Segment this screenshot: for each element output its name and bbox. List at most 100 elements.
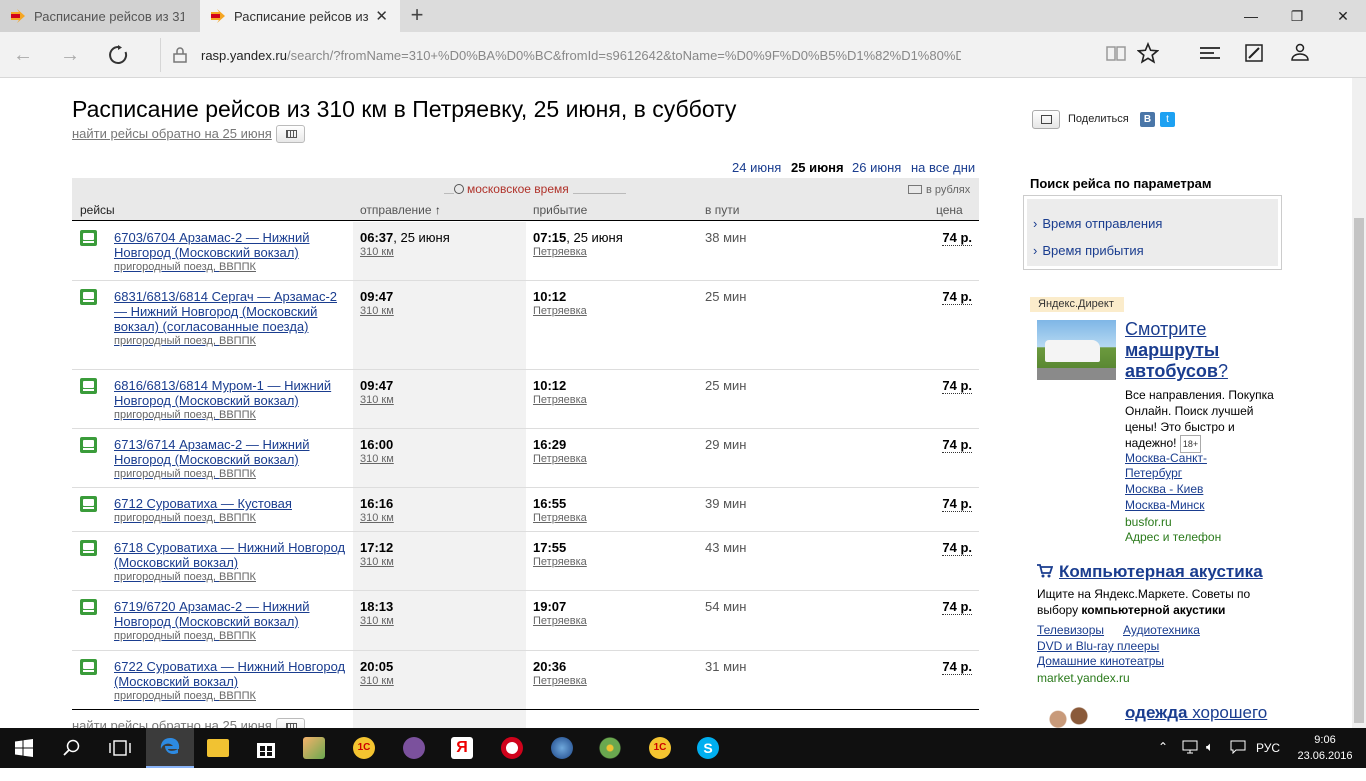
route-link[interactable]: 6712 Суроватиха — Кустовая bbox=[114, 496, 292, 511]
share-icon[interactable] bbox=[1288, 42, 1314, 68]
route-link[interactable]: 6713/6714 Арзамас-2 — Нижний Новгород (М… bbox=[114, 437, 310, 467]
route-link[interactable]: 6722 Суроватиха — Нижний Новгород (Моско… bbox=[114, 659, 345, 689]
carrier-link[interactable]: ВВППК bbox=[219, 690, 256, 702]
maximize-icon[interactable]: ❐ bbox=[1274, 0, 1320, 32]
departure-station-link[interactable]: 310 км bbox=[360, 675, 394, 687]
twitter-share-icon[interactable]: t bbox=[1160, 112, 1175, 127]
tab-1[interactable]: Расписание рейсов из 310 bbox=[0, 0, 200, 32]
currency-selector[interactable]: в рублях bbox=[908, 184, 970, 196]
carrier-link[interactable]: ВВППК bbox=[219, 468, 256, 480]
back-arrow-icon[interactable]: ← bbox=[8, 40, 38, 70]
filter-arrival-time[interactable]: Время прибытия bbox=[1033, 243, 1143, 258]
route-link[interactable]: 6718 Суроватиха — Нижний Новгород (Моско… bbox=[114, 540, 345, 570]
reading-view-icon[interactable] bbox=[1105, 42, 1131, 68]
bus-ad-title[interactable]: Смотрите маршруты автобусов? bbox=[1125, 319, 1275, 382]
store-icon[interactable] bbox=[242, 728, 290, 768]
page-scrollbar[interactable] bbox=[1352, 78, 1366, 728]
tray-chevron-icon[interactable]: ⌃ bbox=[1158, 740, 1168, 780]
departure-station-link[interactable]: 310 км bbox=[360, 453, 394, 465]
col-arrival[interactable]: прибытие bbox=[533, 203, 587, 217]
forward-arrow-icon[interactable]: → bbox=[55, 40, 85, 70]
route-link[interactable]: 6719/6720 Арзамас-2 — Нижний Новгород (М… bbox=[114, 599, 310, 629]
web-note-icon[interactable] bbox=[1243, 42, 1269, 68]
arrival-station-link[interactable]: Петряевка bbox=[533, 615, 587, 627]
departure-station-link[interactable]: 310 км bbox=[360, 512, 394, 524]
url-field[interactable]: rasp.yandex.ru/search/?fromName=310+%D0%… bbox=[160, 38, 1135, 72]
bus-ad-link-kiev[interactable]: Москва - Киев bbox=[1125, 482, 1203, 496]
market-ad-title[interactable]: Компьютерная акустика bbox=[1059, 562, 1263, 582]
hub-menu-icon[interactable] bbox=[1198, 42, 1224, 68]
departure-station-link[interactable]: 310 км bbox=[360, 394, 394, 406]
market-link-audio[interactable]: Аудиотехника bbox=[1123, 623, 1200, 637]
price[interactable]: 74 р. bbox=[942, 230, 972, 246]
bus-ad-contact[interactable]: Адрес и телефон bbox=[1125, 530, 1221, 544]
price[interactable]: 74 р. bbox=[942, 496, 972, 512]
carrier-link[interactable]: ВВППК bbox=[219, 512, 256, 524]
1c-icon-2[interactable]: 1С bbox=[636, 728, 684, 768]
return-trip-link[interactable]: найти рейсы обратно на 25 июня bbox=[72, 126, 272, 141]
1c-icon[interactable]: 1С bbox=[340, 728, 388, 768]
arrival-station-link[interactable]: Петряевка bbox=[533, 512, 587, 524]
file-explorer-icon[interactable] bbox=[194, 728, 242, 768]
departure-station-link[interactable]: 310 км bbox=[360, 305, 394, 317]
route-link[interactable]: 6831/6813/6814 Сергач — Арзамас-2 — Нижн… bbox=[114, 289, 337, 334]
scrollbar-thumb[interactable] bbox=[1354, 218, 1364, 723]
opera-icon[interactable] bbox=[488, 728, 536, 768]
price[interactable]: 74 р. bbox=[942, 659, 972, 675]
volume-icon[interactable]: 🔈︎ bbox=[1206, 739, 1214, 779]
departure-station-link[interactable]: 310 км bbox=[360, 556, 394, 568]
route-link[interactable]: 6816/6813/6814 Муром-1 — Нижний Новгород… bbox=[114, 378, 331, 408]
search-icon[interactable] bbox=[48, 728, 96, 768]
tab-2[interactable]: Расписание рейсов из ✕ bbox=[200, 0, 400, 32]
skype-icon[interactable]: S bbox=[684, 728, 732, 768]
close-window-icon[interactable]: ✕ bbox=[1320, 0, 1366, 32]
market-link-dvd[interactable]: DVD и Blu-ray плееры bbox=[1037, 639, 1159, 653]
arrival-station-link[interactable]: Петряевка bbox=[533, 556, 587, 568]
price[interactable]: 74 р. bbox=[942, 540, 972, 556]
bus-ad-link-spb[interactable]: Москва-Санкт-Петербург bbox=[1125, 451, 1245, 481]
prev-day-link[interactable]: 24 июня bbox=[732, 160, 781, 175]
print-button[interactable] bbox=[1032, 110, 1060, 129]
clock[interactable]: 9:06 23.06.2016 bbox=[1290, 732, 1360, 764]
price[interactable]: 74 р. bbox=[942, 378, 972, 394]
icq-icon[interactable] bbox=[586, 728, 634, 768]
yandex-browser-icon[interactable]: Я bbox=[438, 728, 486, 768]
bus-ad-link-minsk[interactable]: Москва-Минск bbox=[1125, 498, 1205, 512]
route-link[interactable]: 6703/6704 Арзамас-2 — Нижний Новгород (М… bbox=[114, 230, 310, 260]
new-tab-icon[interactable]: + bbox=[404, 3, 430, 29]
viber-icon[interactable] bbox=[390, 728, 438, 768]
departure-station-link[interactable]: 310 км bbox=[360, 615, 394, 627]
edge-taskbar-icon[interactable] bbox=[146, 728, 194, 768]
arrival-station-link[interactable]: Петряевка bbox=[533, 453, 587, 465]
thunderbird-icon[interactable] bbox=[538, 728, 586, 768]
calendar-button[interactable] bbox=[276, 125, 305, 143]
arrival-station-link[interactable]: Петряевка bbox=[533, 394, 587, 406]
arrival-station-link[interactable]: Петряевка bbox=[533, 246, 623, 258]
carrier-link[interactable]: ВВППК bbox=[219, 261, 256, 273]
clothing-ad-image[interactable] bbox=[1040, 706, 1100, 728]
bus-ad-image[interactable] bbox=[1037, 320, 1116, 380]
network-icon[interactable] bbox=[1182, 740, 1198, 780]
carrier-link[interactable]: ВВППК bbox=[219, 571, 256, 583]
filter-departure-time[interactable]: Время отправления bbox=[1033, 216, 1162, 231]
minimize-icon[interactable]: — bbox=[1228, 0, 1274, 32]
arrival-station-link[interactable]: Петряевка bbox=[533, 675, 587, 687]
price[interactable]: 74 р. bbox=[942, 599, 972, 615]
all-days-link[interactable]: на все дни bbox=[911, 160, 975, 175]
start-button[interactable] bbox=[0, 728, 48, 768]
col-departure[interactable]: отправление ↑ bbox=[360, 203, 441, 217]
clothing-ad-title[interactable]: одежда хорошего bbox=[1125, 703, 1267, 723]
market-link-tv[interactable]: Телевизоры bbox=[1037, 623, 1104, 637]
price[interactable]: 74 р. bbox=[942, 289, 972, 305]
market-ad-domain[interactable]: market.yandex.ru bbox=[1037, 671, 1130, 685]
vk-share-icon[interactable]: В bbox=[1140, 112, 1155, 127]
task-view-icon[interactable] bbox=[96, 728, 144, 768]
carrier-link[interactable]: ВВППК bbox=[219, 409, 256, 421]
market-link-theaters[interactable]: Домашние кинотеатры bbox=[1037, 654, 1164, 668]
favorites-star-icon[interactable] bbox=[1136, 41, 1163, 68]
yandex-direct-label[interactable]: Яндекс.Директ bbox=[1030, 297, 1124, 312]
price[interactable]: 74 р. bbox=[942, 437, 972, 453]
col-price[interactable]: цена bbox=[936, 203, 963, 217]
carrier-link[interactable]: ВВППК bbox=[219, 630, 256, 642]
language-indicator[interactable]: РУС bbox=[1256, 741, 1280, 781]
